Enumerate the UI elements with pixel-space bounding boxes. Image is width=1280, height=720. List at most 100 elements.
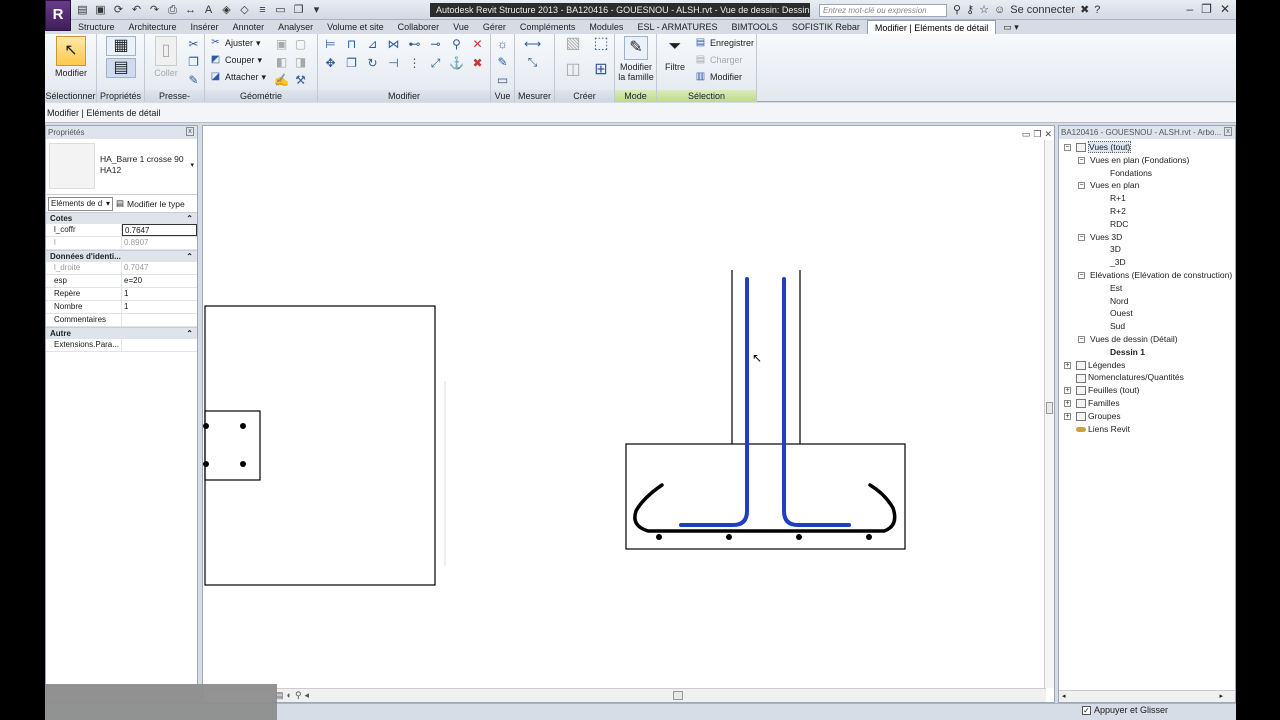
horizontal-scrollbar[interactable]: ▤ ◐ ⚲ ◂ [203, 688, 1046, 702]
sync-icon[interactable]: ⟳ [111, 3, 126, 17]
scale-icon[interactable]: ⤢ [427, 55, 444, 71]
property-value[interactable] [122, 339, 197, 351]
close-icon[interactable]: x [1224, 127, 1232, 136]
copy-element-icon[interactable]: ❐ [343, 55, 360, 71]
browser-node[interactable]: − Vues (tout) [1059, 141, 1235, 154]
array-icon[interactable]: ⋮ [406, 55, 423, 71]
collapse-icon[interactable]: − [1078, 271, 1085, 279]
paint-icon[interactable]: ✍ [273, 72, 290, 88]
checkbox[interactable]: ✓ [1082, 705, 1091, 715]
delete-element-icon[interactable]: ✖ [469, 55, 486, 71]
collapse-icon[interactable]: − [1064, 144, 1071, 151]
open-icon[interactable]: ▤ [75, 3, 90, 17]
app-menu-button[interactable]: R [45, 0, 71, 31]
rotate-icon[interactable]: ↻ [364, 55, 381, 71]
scroll-thumb[interactable] [673, 691, 683, 700]
dropdown-icon[interactable]: ▾ [309, 3, 324, 17]
browser-node[interactable]: Nord [1059, 295, 1235, 308]
collapse-icon[interactable]: ⌃ [186, 328, 193, 340]
type-selector[interactable]: HA_Barre 1 crosse 90 HA12 ▾ [46, 139, 197, 195]
match-type-icon[interactable]: ✎ [185, 72, 202, 88]
tab-9[interactable]: Gérer [476, 20, 513, 34]
unpin-icon[interactable]: ⚓ [448, 55, 465, 71]
tab-7[interactable]: Collaborer [391, 20, 447, 34]
browser-node[interactable]: − Vues 3D [1059, 231, 1235, 244]
browser-node[interactable]: Dessin 1 [1059, 346, 1235, 359]
collapse-icon[interactable]: − [1078, 233, 1085, 241]
switch-windows-icon[interactable]: ❐ [291, 3, 306, 17]
properties-button[interactable]: ▦ ▤ [106, 36, 136, 80]
collapse-icon[interactable]: − [1078, 156, 1085, 164]
tab-11[interactable]: Modules [582, 20, 630, 34]
browser-node[interactable]: + Familles [1059, 397, 1235, 410]
browser-node[interactable]: Nomenclatures/Quantités [1059, 371, 1235, 384]
split-gap-icon[interactable]: ⊸ [427, 36, 444, 52]
offset-icon[interactable]: ⊓ [343, 36, 360, 52]
restore-icon[interactable]: ❐ [1201, 2, 1212, 16]
modify-button[interactable]: ↖ Modifier [53, 36, 89, 78]
exchange-icon[interactable]: ✖ [1080, 3, 1089, 16]
demolish-icon[interactable]: ⚒ [292, 72, 309, 88]
edit-type-button[interactable]: ▤ Modifier le type [116, 198, 185, 209]
browser-node[interactable]: + Feuilles (tout) [1059, 384, 1235, 397]
property-value[interactable]: 0.7647 [122, 224, 197, 236]
pin-icon[interactable]: ⚲ [448, 36, 465, 52]
trim-button[interactable]: ✂ Ajuster ▾ [209, 37, 260, 49]
save-selection-button[interactable]: ▤ Enregistrer [694, 37, 754, 49]
browser-node[interactable]: _3D [1059, 256, 1235, 269]
property-value[interactable]: 1 [122, 288, 197, 300]
browser-node[interactable]: Est [1059, 282, 1235, 295]
measure-icon[interactable]: ↔ [183, 3, 198, 17]
scroll-thumb[interactable] [1046, 402, 1053, 414]
property-group-header[interactable]: Cotes ⌃ [46, 212, 197, 224]
minimize-icon[interactable]: – [1186, 2, 1193, 16]
tab-15[interactable]: Modifier | Eléments de détail [866, 20, 997, 34]
thin-lines-icon[interactable]: ≡ [255, 3, 270, 17]
hide-isolate-icon[interactable]: ⚲ [295, 690, 302, 701]
browser-node[interactable]: 3D [1059, 243, 1235, 256]
cut-icon[interactable]: ✂ [185, 36, 202, 52]
tab-8[interactable]: Vue [446, 20, 476, 34]
close-views-icon[interactable]: ▭ [273, 3, 288, 17]
expand-icon[interactable]: + [1064, 399, 1071, 407]
tab-1[interactable]: Structure [71, 20, 122, 34]
align-icon[interactable]: ⊨ [322, 36, 339, 52]
instance-filter-dropdown[interactable]: Eléments de d [48, 196, 113, 211]
collapse-icon[interactable]: − [1078, 182, 1085, 190]
browser-node[interactable]: R+2 [1059, 205, 1235, 218]
vertical-scrollbar[interactable] [1044, 140, 1054, 688]
drawing-canvas[interactable]: ↖ ▭ ❐ ✕ ▤ ◐ ⚲ ◂ [202, 125, 1055, 703]
property-value[interactable]: e=20 [122, 275, 197, 287]
browser-node[interactable]: Sud [1059, 320, 1235, 333]
mirror-draw-icon[interactable]: ⋈ [385, 36, 402, 52]
scroll-right-icon[interactable]: ▸ [1219, 692, 1223, 700]
section-icon[interactable]: ◇ [237, 3, 252, 17]
tab-5[interactable]: Analyser [271, 20, 320, 34]
browser-node[interactable]: − Vues en plan [1059, 179, 1235, 192]
text-icon[interactable]: A [201, 3, 216, 17]
close-icon[interactable]: ✕ [1220, 2, 1230, 16]
print-icon[interactable]: ⎙ [165, 3, 180, 17]
mirror-axis-icon[interactable]: ⊿ [364, 36, 381, 52]
filter-button[interactable]: ⏷ Filtre [660, 36, 690, 72]
hide-icon[interactable]: ▭ [494, 72, 511, 88]
scroll-left-icon[interactable]: ◂ [1062, 692, 1066, 700]
dimension-icon[interactable]: ⤡ [524, 54, 541, 70]
minimize-icon[interactable]: ▭ [1022, 129, 1031, 140]
expand-icon[interactable]: + [1064, 387, 1071, 395]
press-and-drag-toggle[interactable]: ✓ Appuyer et Glisser [1082, 705, 1168, 715]
browser-node[interactable]: − Vues de dessin (Détail) [1059, 333, 1235, 346]
help-icon[interactable]: ? [1094, 4, 1100, 16]
trim-extend-icon[interactable]: ⊣ [385, 55, 402, 71]
edit-selection-button[interactable]: ▥ Modifier [694, 71, 742, 83]
key-icon[interactable]: ⚷ [966, 3, 974, 16]
cut-button[interactable]: ◩ Couper ▾ [209, 54, 262, 66]
horizontal-scrollbar[interactable]: ◂ ▸ [1059, 690, 1235, 702]
tab-10[interactable]: Compléments [513, 20, 583, 34]
split-icon[interactable]: ⊷ [406, 36, 423, 52]
attach-button[interactable]: ◪ Attacher ▾ [209, 71, 266, 83]
copy-icon[interactable]: ❐ [185, 54, 202, 70]
collapse-icon[interactable]: ⌃ [186, 213, 193, 225]
delete-icon[interactable]: ✕ [469, 36, 486, 52]
ribbon-toggle-icon[interactable]: ▭ ▾ [996, 20, 1026, 34]
